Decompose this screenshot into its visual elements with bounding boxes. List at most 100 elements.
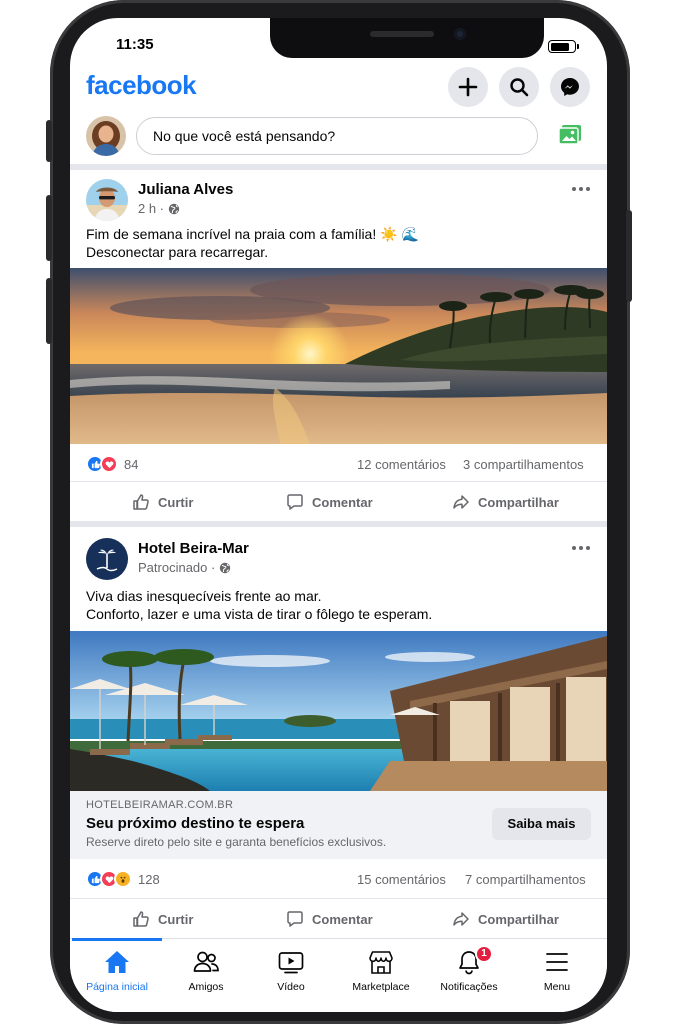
nav-label-video: Vídeo	[277, 981, 305, 993]
ad-description: Reserve direto pelo site e garanta benef…	[86, 835, 387, 849]
post-text: Viva dias inesquecíveis frente ao mar. C…	[86, 587, 586, 623]
composer: No que você está pensando?	[70, 114, 607, 164]
comment-label: Comentar	[312, 911, 373, 927]
nav-label-marketplace: Marketplace	[352, 981, 410, 993]
globe-icon	[168, 203, 180, 214]
create-button[interactable]	[448, 67, 488, 107]
ad-image-hotel-pool[interactable]	[70, 631, 607, 791]
thumbs-up-icon	[133, 494, 149, 510]
comment-button[interactable]: Comentar	[286, 482, 373, 522]
comment-count[interactable]: 15 comentários	[357, 872, 446, 887]
love-reaction-icon	[100, 455, 118, 473]
comment-label: Comentar	[312, 494, 373, 510]
comment-count[interactable]: 12 comentários	[357, 457, 446, 472]
like-button[interactable]: Curtir	[132, 899, 193, 939]
screenshot-canvas: 11:35 facebook No que você está pensando…	[0, 0, 683, 1024]
post-stats: 84 12 comentários 3 compartilhamentos	[70, 449, 607, 479]
nav-tab-notifications[interactable]: 1 Notificações	[424, 939, 514, 1012]
hamburger-menu-icon	[546, 953, 568, 971]
share-icon	[453, 495, 469, 509]
post-text-line: Viva dias inesquecíveis frente ao mar.	[86, 588, 322, 604]
more-options-icon[interactable]	[572, 546, 590, 550]
nav-tab-menu[interactable]: Menu	[512, 939, 602, 1012]
marketplace-icon	[369, 951, 393, 974]
nav-label-home: Página inicial	[86, 981, 148, 993]
like-label: Curtir	[158, 494, 194, 510]
reaction-summary[interactable]: 84	[86, 455, 138, 473]
search-icon	[510, 78, 529, 97]
share-button[interactable]: Compartilhar	[452, 482, 559, 522]
sponsored-label[interactable]: Patrocinado ·	[138, 560, 215, 575]
post-author-name[interactable]: Hotel Beira-Mar	[138, 540, 249, 557]
phone-screen: 11:35 facebook No que você está pensando…	[70, 18, 607, 1012]
share-count[interactable]: 3 compartilhamentos	[463, 457, 584, 472]
nav-label-notifications: Notificações	[440, 981, 498, 993]
post-timestamp[interactable]: 2 h ·	[138, 201, 164, 216]
messenger-button[interactable]	[550, 67, 590, 107]
like-button[interactable]: Curtir	[132, 482, 193, 522]
status-composer-input[interactable]: No que você está pensando?	[136, 117, 538, 155]
post-actions: Curtir Comentar Compartilhar	[70, 898, 607, 938]
bottom-navigation: Página inicial Amigos Vídeo Marketplace …	[70, 938, 607, 1012]
search-button[interactable]	[499, 67, 539, 107]
facebook-logo[interactable]: facebook	[86, 70, 197, 101]
post-header: Hotel Beira-Mar Patrocinado ·	[70, 538, 607, 588]
nav-tab-home[interactable]: Página inicial	[72, 938, 162, 1012]
post-header: Juliana Alves 2 h ·	[70, 179, 607, 229]
share-icon	[453, 912, 469, 926]
video-icon	[278, 952, 304, 974]
comment-button[interactable]: Comentar	[286, 899, 373, 939]
home-icon	[105, 951, 129, 973]
share-label: Compartilhar	[478, 911, 559, 927]
reaction-count: 128	[138, 871, 160, 887]
post-image-beach-sunset[interactable]	[70, 268, 607, 444]
battery-icon	[548, 40, 579, 53]
share-button[interactable]: Compartilhar	[452, 899, 559, 939]
user-avatar[interactable]	[86, 116, 126, 156]
notification-badge: 1	[475, 945, 493, 963]
post-meta: 2 h ·	[138, 201, 180, 216]
top-bar: facebook	[70, 67, 607, 114]
nav-label-friends: Amigos	[188, 981, 224, 993]
nav-tab-friends[interactable]: Amigos	[161, 939, 251, 1012]
feed-separator	[70, 164, 607, 170]
nav-tab-video[interactable]: Vídeo	[246, 939, 336, 1012]
ad-headline: Seu próximo destino te espera	[86, 815, 305, 832]
post-text: Fim de semana incrível na praia com a fa…	[86, 225, 586, 261]
reaction-count: 84	[124, 456, 139, 472]
wow-reaction-icon	[114, 870, 132, 888]
side-button-volume-down	[46, 278, 52, 344]
side-button-volume-up	[46, 195, 52, 261]
status-time: 11:35	[116, 36, 154, 53]
ad-domain: HOTELBEIRAMAR.COM.BR	[86, 799, 234, 811]
advertiser-logo[interactable]	[86, 538, 128, 580]
ad-link-card[interactable]: HOTELBEIRAMAR.COM.BR Seu próximo destino…	[70, 791, 607, 859]
post-actions: Curtir Comentar Compartilhar	[70, 481, 607, 521]
share-count[interactable]: 7 compartilhamentos	[465, 872, 586, 887]
post-stats: 128 15 comentários 7 compartilhamentos	[70, 864, 607, 894]
post-text-line: Desconectar para recarregar.	[86, 244, 269, 260]
friends-icon	[193, 951, 219, 972]
like-label: Curtir	[158, 911, 194, 927]
active-tab-indicator	[72, 938, 162, 941]
learn-more-button[interactable]: Saiba mais	[492, 808, 591, 840]
messenger-icon	[561, 78, 579, 96]
post-author-name[interactable]: Juliana Alves	[138, 181, 233, 198]
nav-label-menu: Menu	[543, 981, 571, 993]
more-options-icon[interactable]	[572, 187, 590, 191]
post-author-avatar[interactable]	[86, 179, 128, 221]
globe-icon	[220, 562, 231, 573]
post-text-line: Conforto, lazer e uma vista de tirar o f…	[86, 606, 433, 622]
side-button-mute	[46, 120, 52, 162]
post-meta: Patrocinado ·	[138, 560, 231, 575]
post-text-line: Fim de semana incrível na praia com a fa…	[86, 226, 419, 242]
thumbs-up-icon	[133, 911, 149, 927]
photo-icon[interactable]	[558, 124, 582, 146]
reaction-summary[interactable]: 128	[86, 870, 160, 888]
nav-tab-marketplace[interactable]: Marketplace	[336, 939, 426, 1012]
comment-icon	[287, 911, 303, 927]
feed-separator	[70, 521, 607, 527]
notch	[270, 18, 544, 58]
side-button-power	[626, 210, 632, 302]
plus-icon	[458, 77, 478, 97]
